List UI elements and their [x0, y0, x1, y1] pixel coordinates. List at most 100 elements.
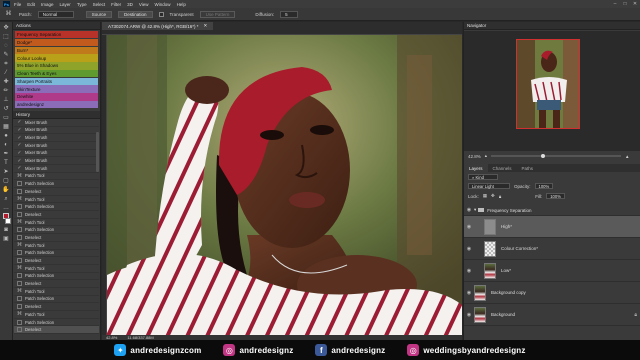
menu-file[interactable]: File	[14, 2, 21, 7]
opacity-input[interactable]: 100%	[534, 183, 554, 189]
zoom-in-icon[interactable]: ▲	[625, 154, 629, 159]
layer-row-high[interactable]: ◉ High*	[464, 216, 640, 238]
menu-select[interactable]: Select	[93, 2, 106, 7]
visibility-eye-icon[interactable]: ◉	[464, 290, 474, 296]
background-color-swatch[interactable]	[5, 218, 11, 224]
hand-tool-icon[interactable]: ✋	[2, 186, 11, 193]
lock-all-icon[interactable]: 🔒︎	[499, 194, 501, 199]
history-item[interactable]: ✓ Mixer Brush	[14, 165, 99, 173]
history-item[interactable]: Deselect	[14, 211, 99, 219]
history-item[interactable]: Patch Selection	[14, 273, 99, 281]
history-item[interactable]: Patch Selection	[14, 250, 99, 258]
marquee-tool-icon[interactable]: ⬚	[2, 33, 11, 40]
clone-stamp-tool-icon[interactable]: ⊥	[2, 96, 11, 103]
history-item[interactable]: Patch Selection	[14, 203, 99, 212]
action-item[interactable]: Dodge*	[15, 38, 98, 47]
layer-kind-filter[interactable]: ⌕ Kind	[468, 174, 498, 180]
patch-mode-select[interactable]: Normal	[37, 10, 74, 18]
shape-tool-icon[interactable]: ▢	[2, 177, 11, 184]
zoom-tool-icon[interactable]: ⌕	[2, 195, 11, 202]
history-item[interactable]: ✓ Mixer Brush	[14, 142, 99, 150]
menu-view[interactable]: View	[139, 2, 149, 7]
path-select-tool-icon[interactable]: ➤	[2, 168, 11, 175]
layer-row-background[interactable]: ◉ Background 🔒︎	[464, 304, 640, 326]
navigator-zoom-knob[interactable]	[541, 154, 546, 158]
visibility-eye-icon[interactable]: ◉	[464, 207, 474, 213]
minimize-icon[interactable]: –	[610, 0, 620, 8]
visibility-eye-icon[interactable]: ◉	[464, 268, 474, 274]
dodge-tool-icon[interactable]: ◐	[2, 141, 11, 148]
maximize-icon[interactable]: □	[620, 0, 630, 8]
screen-mode-icon[interactable]: ▣	[2, 235, 11, 242]
history-item[interactable]: Patch Selection	[14, 226, 99, 235]
lock-pixels-icon[interactable]: ▦	[483, 193, 487, 199]
history-item[interactable]: ✓ Mixer Brush	[14, 134, 99, 142]
menu-3d[interactable]: 3D	[127, 2, 133, 7]
pen-tool-icon[interactable]: ✒	[2, 150, 11, 157]
menu-image[interactable]: Image	[41, 2, 54, 7]
history-item[interactable]: Deselect	[14, 188, 99, 196]
fill-input[interactable]: 100%	[546, 193, 565, 199]
blur-tool-icon[interactable]: ●	[2, 132, 11, 139]
action-item[interactable]: andredesignz	[15, 101, 98, 109]
blend-mode-select[interactable]: Linear Light	[468, 183, 510, 189]
history-item[interactable]: ⌘ Patch Tool	[14, 173, 99, 181]
actions-panel-title[interactable]: Actions	[13, 22, 100, 30]
visibility-eye-icon[interactable]: ◉	[464, 224, 474, 230]
type-tool-icon[interactable]: T	[2, 159, 11, 166]
transparent-checkbox[interactable]	[158, 11, 164, 17]
menu-edit[interactable]: Edit	[27, 2, 35, 7]
history-item[interactable]: ⌘ Patch Tool	[14, 219, 99, 227]
history-item[interactable]: Deselect	[14, 234, 99, 242]
patch-tool-icon[interactable]: ⌘	[4, 11, 13, 18]
action-item[interactable]: Colour Lookup	[15, 54, 98, 62]
tab-paths[interactable]: Paths	[517, 164, 539, 172]
history-item[interactable]: Deselect	[14, 303, 99, 311]
history-item[interactable]: Deselect	[14, 326, 99, 335]
navigator-zoom-value[interactable]: 42.8%	[468, 154, 481, 159]
history-brush-tool-icon[interactable]: ↺	[2, 105, 11, 112]
action-item[interactable]: Sharpen Portraits	[15, 77, 98, 86]
menu-help[interactable]: Help	[177, 2, 186, 7]
zoom-out-icon[interactable]: ▴	[485, 153, 487, 159]
action-item[interactable]: Frequency Separation	[15, 31, 98, 39]
crop-tool-icon[interactable]: ⌗	[2, 60, 11, 67]
quick-select-tool-icon[interactable]: ✎	[2, 51, 11, 58]
action-item[interactable]: SkinTexture	[15, 85, 98, 93]
healing-tool-icon[interactable]: ✚	[2, 78, 11, 85]
layer-row-group[interactable]: ◉ ▾ Frequency Separation	[464, 205, 640, 216]
tab-layers[interactable]: Layers	[464, 164, 488, 172]
history-item[interactable]: ⌘ Patch Tool	[14, 196, 99, 204]
history-item[interactable]: ✓ Mixer Brush	[14, 157, 99, 165]
layer-row-background-copy[interactable]: ◉ Background copy	[464, 282, 640, 304]
visibility-eye-icon[interactable]: ◉	[464, 246, 474, 252]
quick-mask-icon[interactable]: ◙	[2, 226, 11, 233]
history-item[interactable]: Patch Selection	[14, 319, 99, 327]
brush-tool-icon[interactable]: ✏	[2, 87, 11, 94]
destination-button[interactable]: Destination	[118, 10, 153, 18]
more-tools-icon[interactable]: …	[2, 204, 11, 211]
history-item[interactable]: Deselect	[14, 257, 99, 265]
navigator-preview[interactable]	[464, 31, 640, 151]
lasso-tool-icon[interactable]: ◌	[2, 42, 11, 49]
history-item[interactable]: ⌘ Patch Tool	[14, 265, 99, 273]
history-item[interactable]: ✓ Mixer Brush	[14, 127, 99, 135]
menu-filter[interactable]: Filter	[111, 2, 121, 7]
history-item[interactable]: Patch Selection	[14, 296, 99, 304]
menu-type[interactable]: Type	[77, 2, 87, 7]
history-item[interactable]: ✓ Mixer Brush	[14, 119, 99, 127]
eraser-tool-icon[interactable]: ▭	[2, 114, 11, 121]
action-item[interactable]: Dewhite	[15, 93, 98, 101]
history-item[interactable]: Patch Selection	[14, 180, 99, 188]
history-item[interactable]: ⌘ Patch Tool	[14, 242, 99, 250]
canvas[interactable]	[107, 35, 462, 335]
lock-position-icon[interactable]: ✥	[491, 193, 495, 199]
diffusion-input[interactable]: 5	[280, 10, 299, 18]
gradient-tool-icon[interactable]: ▦	[2, 123, 11, 130]
navigator-zoom-slider[interactable]	[491, 154, 622, 158]
source-button[interactable]: Source	[85, 10, 113, 18]
document-tab[interactable]: A7302074.ARW @ 42.8% (High*, RGB/16*) * …	[102, 22, 214, 30]
visibility-eye-icon[interactable]: ◉	[464, 312, 474, 318]
history-item[interactable]: ✓ Mixer Brush	[14, 150, 99, 158]
action-item[interactable]: Clean Teeth & Eyes	[15, 69, 98, 78]
